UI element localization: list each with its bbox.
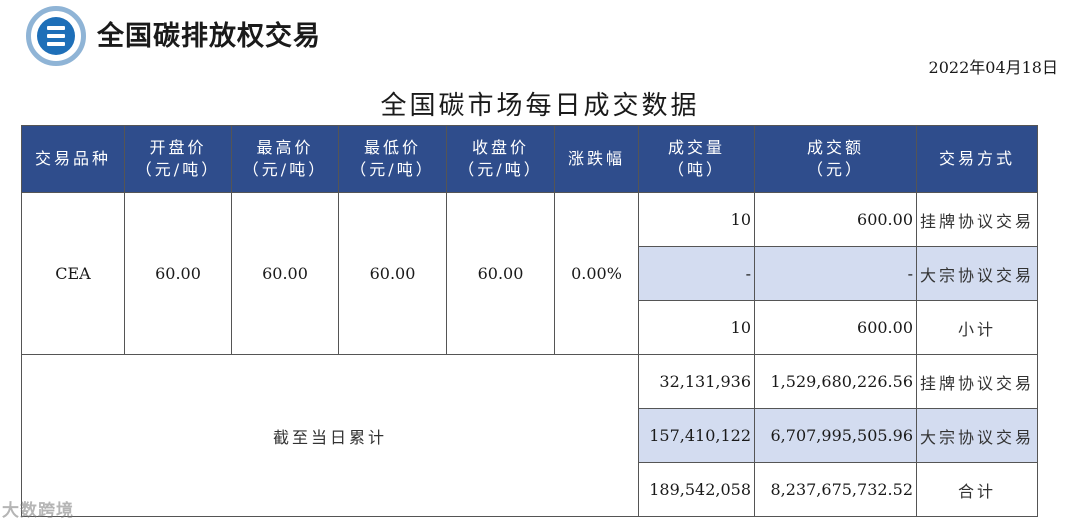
brand-name: 全国碳排放权交易 (97, 21, 321, 52)
header-amount: 成交额 （元） (754, 125, 917, 193)
method-cell: 小计 (916, 300, 1038, 355)
volume-cell: - (638, 246, 755, 301)
method-cell: 大宗协议交易 (916, 408, 1038, 463)
method-cell: 挂牌协议交易 (916, 354, 1038, 409)
product-cell: CEA (21, 192, 125, 355)
header-change: 涨跌幅 (554, 125, 639, 193)
method-cell: 大宗协议交易 (916, 246, 1038, 301)
header-open: 开盘价 （元/吨） (124, 125, 232, 193)
amount-cell: 600.00 (754, 300, 917, 355)
report-date: 2022年04月18日 (928, 58, 1058, 77)
header-row: 交易品种 开盘价 （元/吨） 最高价 （元/吨） 最低价 （元/吨） 收盘价 （元/吨）… (21, 125, 1038, 193)
trading-data-table: 交易品种 开盘价 （元/吨） 最高价 （元/吨） 最低价 （元/吨） 收盘价 （元/吨）… (21, 125, 1038, 517)
table-row: 截至当日累计 32,131,936 1,529,680,226.56 挂牌协议交… (21, 354, 1038, 517)
header-high: 最高价 （元/吨） (231, 125, 339, 193)
volume-cell: 157,410,122 (638, 408, 755, 463)
change-cell: 0.00% (554, 192, 639, 355)
carbon-exchange-logo-icon (26, 6, 86, 66)
volume-cell: 10 (638, 300, 755, 355)
amount-cell: 6,707,995,505.96 (754, 408, 917, 463)
volume-cell: 32,131,936 (638, 354, 755, 409)
open-price-cell: 60.00 (124, 192, 232, 355)
method-cell: 挂牌协议交易 (916, 192, 1038, 247)
close-price-cell: 60.00 (446, 192, 555, 355)
table-row: CEA 60.00 60.00 60.00 60.00 0.00% 10 600… (21, 192, 1038, 355)
amount-cell: 1,529,680,226.56 (754, 354, 917, 409)
high-price-cell: 60.00 (231, 192, 339, 355)
header-low: 最低价 （元/吨） (338, 125, 447, 193)
amount-cell: 8,237,675,732.52 (754, 462, 917, 517)
volume-cell: 189,542,058 (638, 462, 755, 517)
table-title: 全国碳市场每日成交数据 (380, 91, 700, 121)
header-method: 交易方式 (916, 125, 1038, 193)
header-close: 收盘价 （元/吨） (446, 125, 555, 193)
cumulative-label: 截至当日累计 (21, 354, 639, 517)
volume-cell: 10 (638, 192, 755, 247)
low-price-cell: 60.00 (338, 192, 447, 355)
method-cell: 合计 (916, 462, 1038, 517)
header-volume: 成交量 （吨） (638, 125, 755, 193)
header-product: 交易品种 (21, 125, 125, 193)
watermark: 大数跨境 (2, 501, 74, 521)
amount-cell: - (754, 246, 917, 301)
amount-cell: 600.00 (754, 192, 917, 247)
